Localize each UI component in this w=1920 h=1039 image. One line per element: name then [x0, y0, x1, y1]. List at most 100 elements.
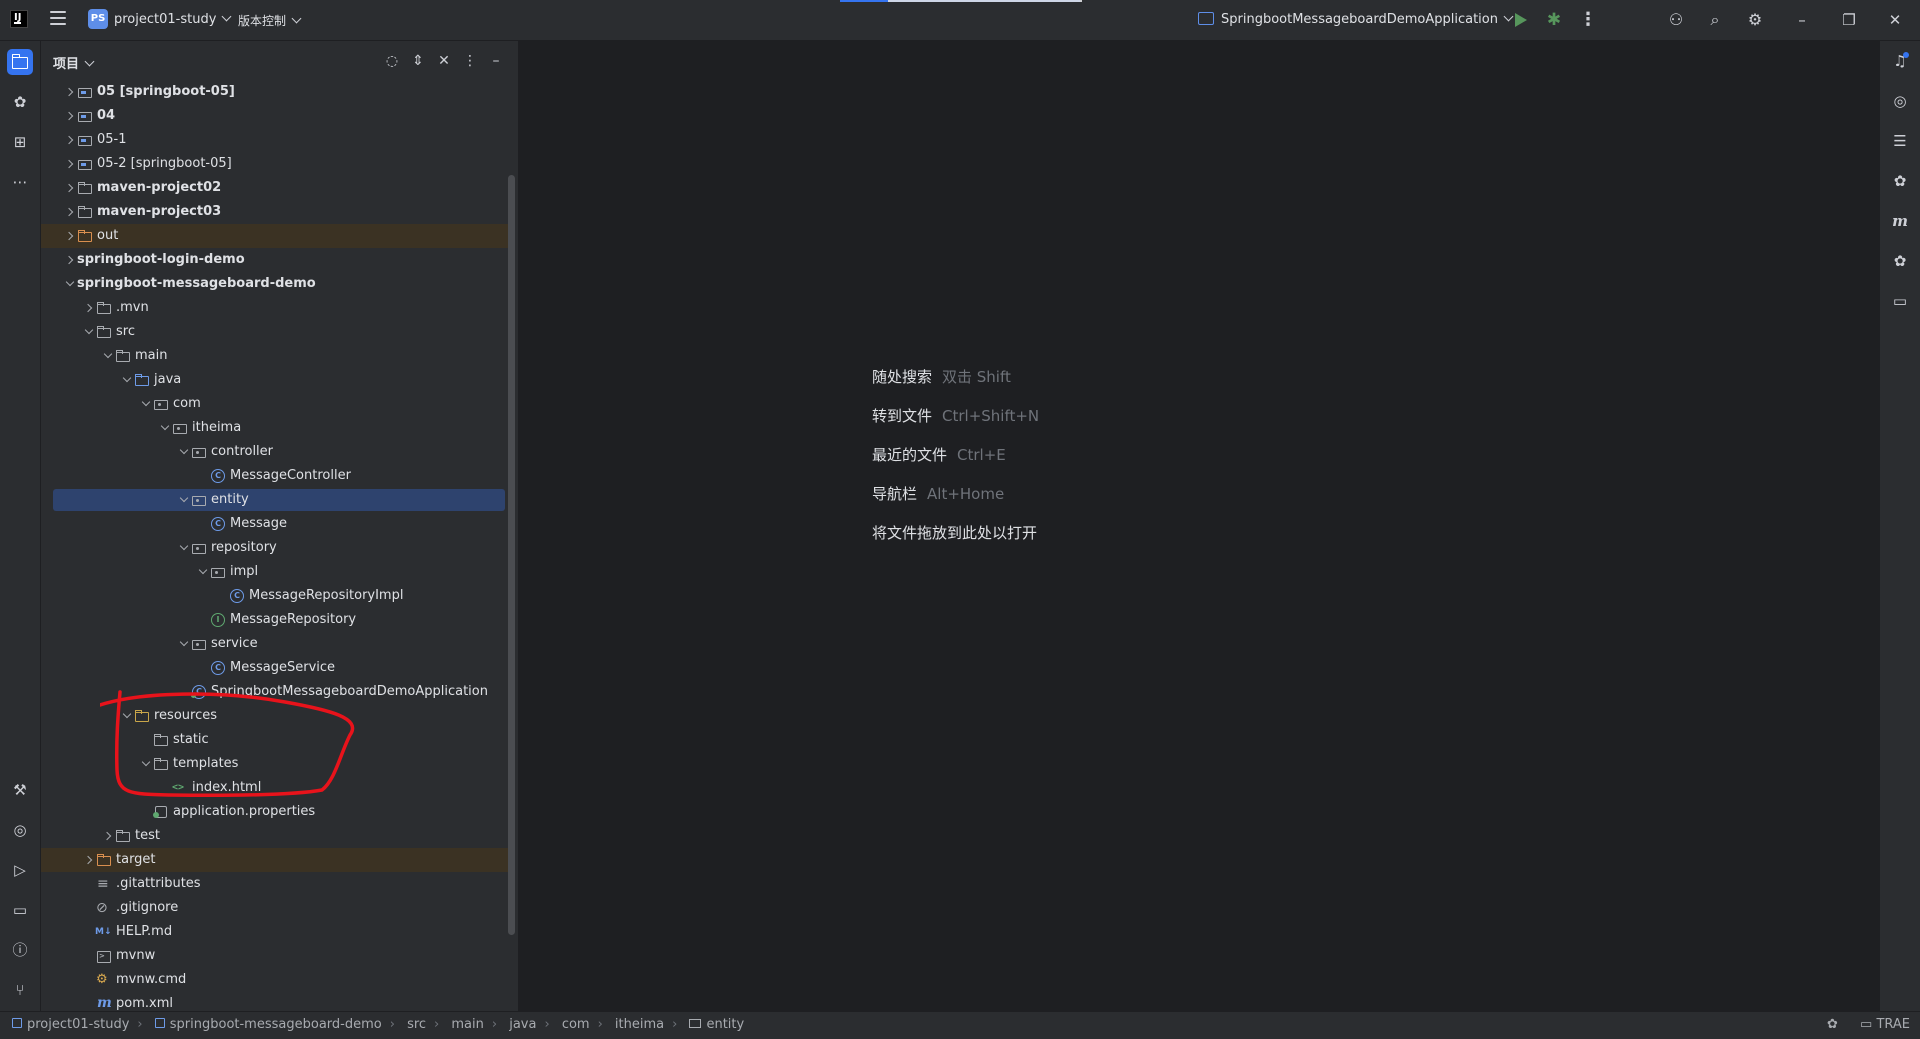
- tree-row[interactable]: maven-project02: [41, 176, 511, 200]
- chevron-right-icon[interactable]: [82, 848, 96, 872]
- build-icon[interactable]: ⚒: [7, 777, 33, 803]
- tree-row[interactable]: application.properties: [41, 800, 511, 824]
- project-switcher[interactable]: project01-study: [114, 11, 232, 27]
- project-view-selector[interactable]: 项目: [53, 53, 95, 72]
- project-panel-title[interactable]: 项目: [53, 57, 79, 72]
- tree-row[interactable]: test: [41, 824, 511, 848]
- tree-row[interactable]: src: [41, 320, 511, 344]
- chevron-right-icon[interactable]: [63, 80, 77, 104]
- breadcrumb-src[interactable]: src: [407, 1017, 426, 1032]
- chevron-down-icon[interactable]: [139, 392, 153, 416]
- hide-panel-icon[interactable]: –: [485, 50, 507, 72]
- tree-row[interactable]: resources: [41, 704, 511, 728]
- breadcrumb-com[interactable]: com: [562, 1017, 590, 1032]
- tree-row[interactable]: com: [41, 392, 511, 416]
- debug-icon[interactable]: ✱: [1542, 8, 1566, 32]
- tree-row[interactable]: static: [41, 728, 511, 752]
- tree-row[interactable]: out: [41, 224, 511, 248]
- chevron-down-icon[interactable]: [120, 368, 134, 392]
- ai-assistant-icon[interactable]: ✿: [7, 89, 33, 115]
- tree-row[interactable]: MessageRepositoryImpl: [41, 584, 511, 608]
- chevron-down-icon[interactable]: [158, 416, 172, 440]
- hamburger-icon[interactable]: [50, 11, 66, 25]
- tree-row[interactable]: .mvn: [41, 296, 511, 320]
- chevron-right-icon[interactable]: [82, 296, 96, 320]
- tree-row[interactable]: mvnw.cmd: [41, 968, 511, 992]
- editor-area[interactable]: 随处搜索 双击 Shift 转到文件 Ctrl+Shift+N 最近的文件 Ctrl+…: [519, 41, 1880, 1011]
- tree-row[interactable]: MessageController: [41, 464, 511, 488]
- tree-row[interactable]: .gitattributes: [41, 872, 511, 896]
- restore-icon[interactable]: ❐: [1837, 8, 1861, 32]
- chevron-down-icon[interactable]: [120, 704, 134, 728]
- tree-scrollbar[interactable]: [508, 175, 515, 935]
- breadcrumb-itheima[interactable]: itheima: [615, 1017, 664, 1032]
- terminal-icon[interactable]: ▭: [7, 897, 33, 923]
- notifications-icon[interactable]: ♫: [1888, 49, 1912, 73]
- tree-row[interactable]: SpringbootMessageboardDemoApplication: [41, 680, 511, 704]
- locate-icon[interactable]: ◌: [381, 50, 403, 72]
- trae-status[interactable]: ▭ TRAE: [1860, 1017, 1910, 1032]
- chevron-down-icon[interactable]: [177, 488, 191, 512]
- trae-icon[interactable]: ▭: [1888, 289, 1912, 313]
- project-badge[interactable]: PS: [88, 9, 108, 29]
- structure-icon[interactable]: ⊞: [7, 129, 33, 155]
- database-icon[interactable]: ☰: [1888, 129, 1912, 153]
- chevron-down-icon[interactable]: [82, 320, 96, 344]
- breadcrumb-entity[interactable]: entity: [689, 1017, 744, 1032]
- run-icon[interactable]: [1508, 8, 1532, 32]
- close-icon[interactable]: ✕: [1883, 8, 1907, 32]
- tree-row[interactable]: springboot-login-demo: [41, 248, 511, 272]
- tree-row[interactable]: service: [41, 632, 511, 656]
- tree-row[interactable]: index.html: [41, 776, 511, 800]
- tree-row[interactable]: main: [41, 344, 511, 368]
- copilot-status-icon[interactable]: ✿: [1827, 1017, 1838, 1032]
- chevron-right-icon[interactable]: [63, 128, 77, 152]
- tree-row[interactable]: MessageRepository: [41, 608, 511, 632]
- tree-row[interactable]: itheima: [41, 416, 511, 440]
- chevron-down-icon[interactable]: [196, 560, 210, 584]
- tree-row[interactable]: MessageService: [41, 656, 511, 680]
- project-name[interactable]: project01-study: [114, 12, 216, 27]
- breadcrumb-module[interactable]: springboot-messageboard-demo: [154, 1017, 382, 1032]
- tree-row[interactable]: springboot-messageboard-demo: [41, 272, 511, 296]
- tree-row[interactable]: java: [41, 368, 511, 392]
- ai-chat-icon[interactable]: ◎: [1888, 89, 1912, 113]
- tree-row[interactable]: 05 [springboot-05]: [41, 80, 511, 104]
- search-icon[interactable]: ⌕: [1703, 8, 1727, 32]
- chevron-down-icon[interactable]: [139, 752, 153, 776]
- run-config-selector[interactable]: SpringbootMessageboardDemoApplication: [1198, 11, 1514, 27]
- vcs-label[interactable]: 版本控制: [238, 14, 286, 28]
- maven-icon[interactable]: m: [1888, 209, 1912, 233]
- tree-row[interactable]: entity: [41, 488, 511, 512]
- git-icon[interactable]: ⑂: [7, 977, 33, 1003]
- chevron-down-icon[interactable]: [63, 272, 77, 296]
- services-icon[interactable]: ◎: [7, 817, 33, 843]
- tree-row[interactable]: impl: [41, 560, 511, 584]
- chevron-down-icon[interactable]: [177, 536, 191, 560]
- add-user-icon[interactable]: ⚇: [1664, 8, 1688, 32]
- chevron-right-icon[interactable]: [101, 824, 115, 848]
- chevron-down-icon[interactable]: [101, 344, 115, 368]
- chevron-right-icon[interactable]: [63, 104, 77, 128]
- tree-row[interactable]: templates: [41, 752, 511, 776]
- breadcrumb-java[interactable]: java: [509, 1017, 536, 1032]
- chevron-right-icon[interactable]: [63, 200, 77, 224]
- expand-all-icon[interactable]: ⇕: [407, 50, 429, 72]
- tree-row[interactable]: HELP.md: [41, 920, 511, 944]
- tree-row[interactable]: 05-1: [41, 128, 511, 152]
- assistant-icon[interactable]: ✿: [1888, 249, 1912, 273]
- tree-row[interactable]: 04: [41, 104, 511, 128]
- project-tool-icon[interactable]: [7, 49, 33, 75]
- more-icon[interactable]: ⋮: [1576, 8, 1600, 32]
- chevron-right-icon[interactable]: [63, 224, 77, 248]
- tree-row[interactable]: .gitignore: [41, 896, 511, 920]
- options-icon[interactable]: ⋮: [459, 50, 481, 72]
- copilot-icon[interactable]: ✿: [1888, 169, 1912, 193]
- tree-row[interactable]: mvnw: [41, 944, 511, 968]
- tree-row[interactable]: maven-project03: [41, 200, 511, 224]
- tree-row[interactable]: pom.xml: [41, 992, 511, 1011]
- app-logo-icon[interactable]: IJ: [10, 10, 28, 28]
- chevron-right-icon[interactable]: [63, 248, 77, 272]
- tree-row[interactable]: 05-2 [springboot-05]: [41, 152, 511, 176]
- vcs-menu[interactable]: 版本控制: [238, 12, 302, 29]
